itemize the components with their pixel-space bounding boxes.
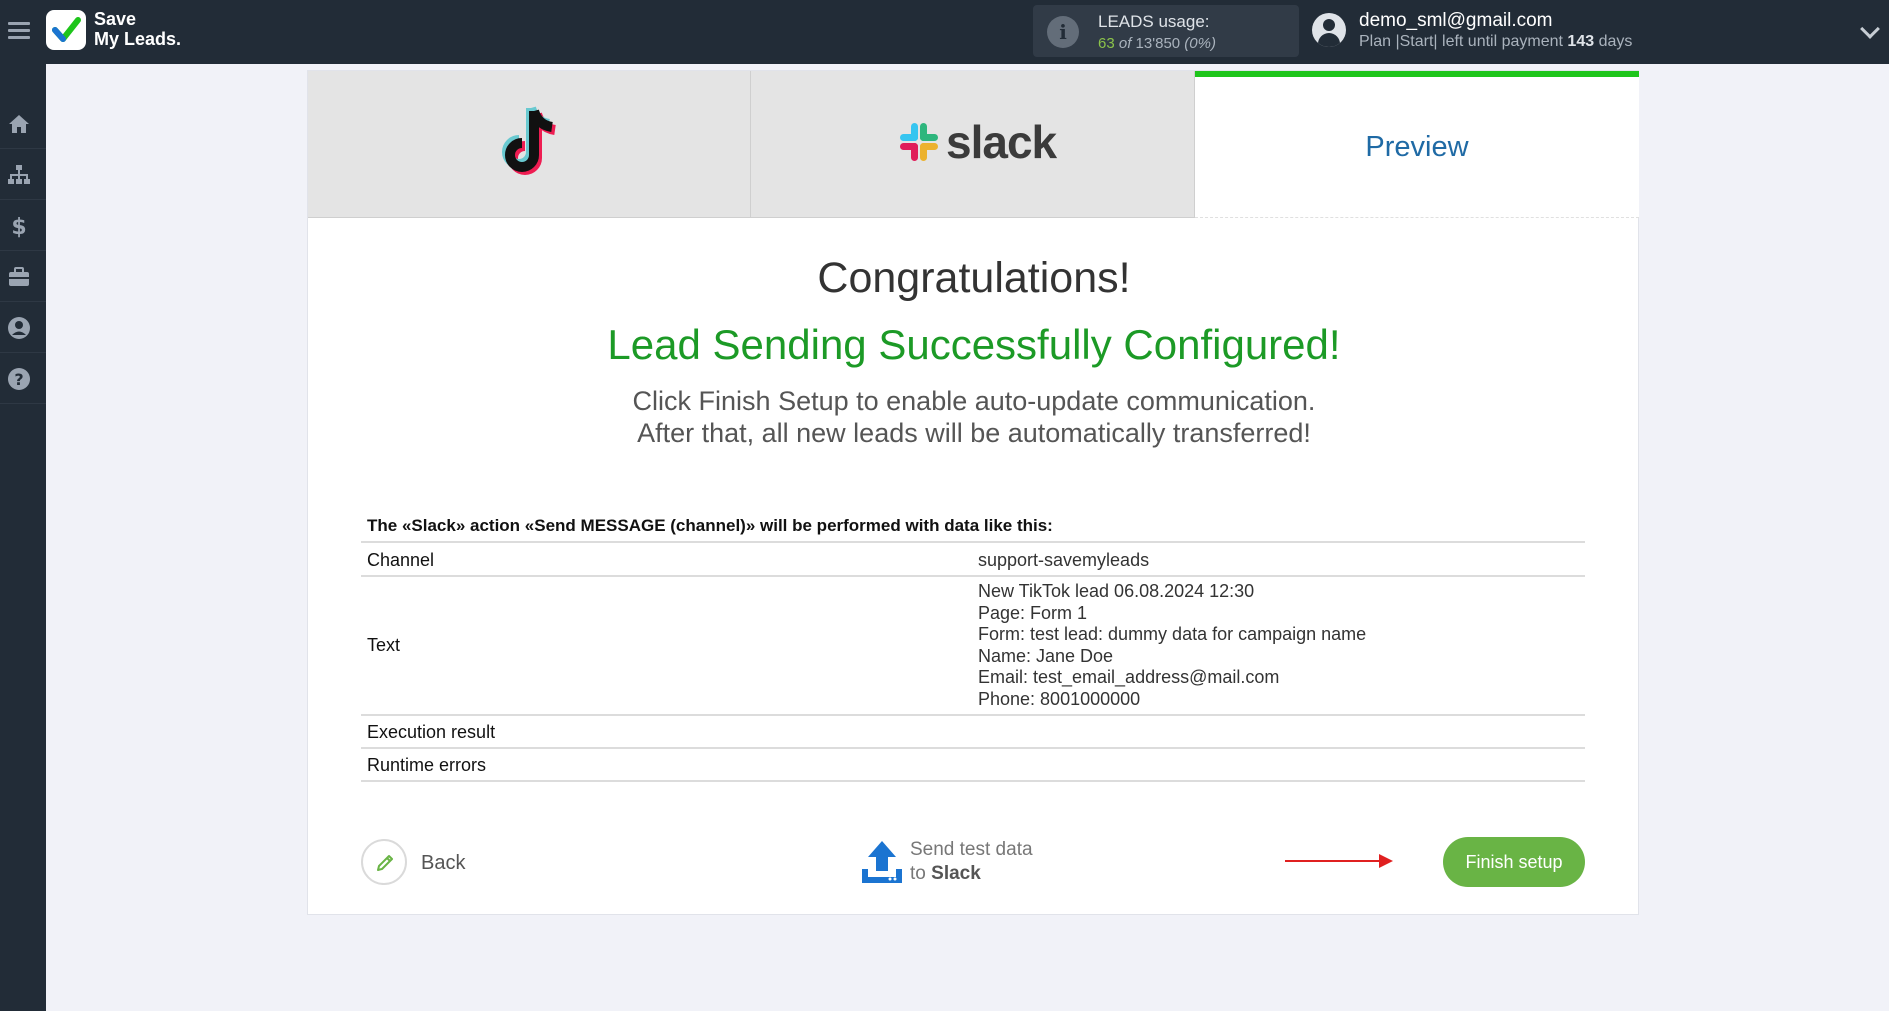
logo-line-2: My Leads. bbox=[94, 29, 182, 49]
text-line: Name: Jane Doe bbox=[978, 645, 1114, 666]
slack-wordmark: slack bbox=[946, 116, 1057, 168]
sitemap-icon bbox=[8, 165, 30, 184]
row-label: Runtime errors bbox=[367, 755, 487, 775]
row-label: Channel bbox=[367, 550, 435, 570]
row-value: support-savemyleads bbox=[978, 550, 1150, 570]
usage-of: of bbox=[1118, 35, 1132, 52]
tab-source-tiktok[interactable] bbox=[308, 71, 751, 218]
usage-used: 63 bbox=[1098, 35, 1115, 52]
table-row: Execution result bbox=[361, 716, 1585, 749]
logo-icon[interactable] bbox=[46, 10, 86, 50]
user-email[interactable]: demo_sml@gmail.com bbox=[1359, 10, 1553, 32]
text-line: New TikTok lead 06.08.2024 12:30 bbox=[978, 581, 1255, 601]
plan-days-unit: days bbox=[1598, 33, 1633, 50]
logo-line-1: Save bbox=[94, 9, 137, 29]
usage-title: LEADS usage: bbox=[1098, 12, 1210, 31]
text-line: Email: test_email_address@mail.com bbox=[978, 667, 1280, 687]
text-line: Form: test lead: dummy data for campaign… bbox=[978, 624, 1367, 644]
send-label-prefix: to bbox=[910, 863, 926, 884]
back-label: Back bbox=[421, 852, 466, 874]
tiktok-logo-icon bbox=[502, 106, 556, 175]
back-circle bbox=[361, 839, 407, 885]
svg-text:?: ? bbox=[14, 370, 23, 389]
question-circle-icon: ? bbox=[8, 368, 30, 390]
sidebar-item-billing[interactable]: $ bbox=[0, 201, 46, 251]
sidebar-item-help[interactable]: ? bbox=[0, 354, 46, 404]
user-avatar-icon[interactable] bbox=[1312, 13, 1346, 47]
usage-value: 63 of 13'850 (0%) bbox=[1098, 35, 1216, 52]
row-value: New TikTok lead 06.08.2024 12:30 Page: F… bbox=[978, 581, 1366, 710]
data-preview-title: The «Slack» action «Send MESSAGE (channe… bbox=[367, 516, 1053, 535]
description-line-1: Click Finish Setup to enable auto-update… bbox=[632, 386, 1316, 416]
text-line: Phone: 8001000000 bbox=[978, 688, 1141, 709]
sidebar-item-home[interactable] bbox=[0, 99, 46, 149]
usage-percent: (0%) bbox=[1184, 35, 1216, 52]
send-test-data-button[interactable]: Send test data to Slack bbox=[860, 837, 1050, 887]
data-preview-table: Channel support-savemyleads Text New Tik… bbox=[361, 541, 1585, 782]
back-button[interactable]: Back bbox=[361, 839, 481, 887]
svg-text:$: $ bbox=[11, 215, 26, 238]
success-heading: Lead Sending Successfully Configured! bbox=[607, 321, 1341, 368]
row-label: Text bbox=[367, 635, 401, 655]
sidebar-item-tools[interactable] bbox=[0, 252, 46, 302]
upload-icon bbox=[862, 841, 902, 883]
chevron-down-icon[interactable] bbox=[1860, 19, 1880, 39]
congrats-heading: Congratulations! bbox=[817, 254, 1131, 302]
slack-logo-icon bbox=[900, 123, 938, 161]
send-label-line-1: Send test data bbox=[910, 839, 1033, 860]
usage-total: 13'850 bbox=[1135, 35, 1181, 52]
leads-usage-widget: i LEADS usage: 63 of 13'850 (0%) bbox=[1033, 5, 1299, 57]
send-label-target: Slack bbox=[931, 863, 981, 884]
sidebar-item-account[interactable] bbox=[0, 303, 46, 353]
sidebar: $ ? bbox=[0, 64, 46, 1011]
table-row: Channel support-savemyleads bbox=[361, 543, 1585, 577]
user-circle-icon bbox=[8, 317, 30, 339]
row-label: Execution result bbox=[367, 722, 496, 742]
tab-preview[interactable]: Preview bbox=[1195, 71, 1639, 218]
home-icon bbox=[9, 115, 29, 133]
send-label-line-2: to Slack bbox=[910, 863, 981, 885]
plan-info: Plan |Start| left until payment 143 days bbox=[1359, 33, 1632, 51]
menu-icon[interactable] bbox=[8, 18, 30, 44]
table-row: Runtime errors bbox=[361, 749, 1585, 782]
dollar-icon: $ bbox=[11, 215, 26, 238]
table-row: Text New TikTok lead 06.08.2024 12:30 Pa… bbox=[361, 577, 1585, 716]
tab-preview-label: Preview bbox=[1365, 131, 1469, 163]
top-bar: Save My Leads. i LEADS usage: 63 of 13'8… bbox=[0, 0, 1889, 64]
description-line-2: After that, all new leads will be automa… bbox=[637, 418, 1311, 448]
annotation-arrow-line bbox=[1285, 860, 1385, 862]
main-panel: slack Preview Congratulations! Lead Send… bbox=[307, 70, 1639, 915]
sidebar-item-connections[interactable] bbox=[0, 150, 46, 200]
info-icon: i bbox=[1047, 16, 1079, 48]
finish-setup-button[interactable]: Finish setup bbox=[1443, 837, 1585, 887]
plan-text: Plan |Start| left until payment bbox=[1359, 33, 1563, 50]
plan-days-value: 143 bbox=[1567, 33, 1595, 50]
tab-destination-slack[interactable]: slack bbox=[751, 71, 1195, 218]
annotation-arrow-head bbox=[1379, 854, 1393, 868]
briefcase-icon bbox=[9, 267, 29, 286]
logo-text[interactable]: Save My Leads. bbox=[94, 9, 181, 49]
text-line: Page: Form 1 bbox=[978, 602, 1088, 623]
description: Click Finish Setup to enable auto-update… bbox=[308, 385, 1640, 449]
pencil-icon bbox=[377, 855, 393, 871]
